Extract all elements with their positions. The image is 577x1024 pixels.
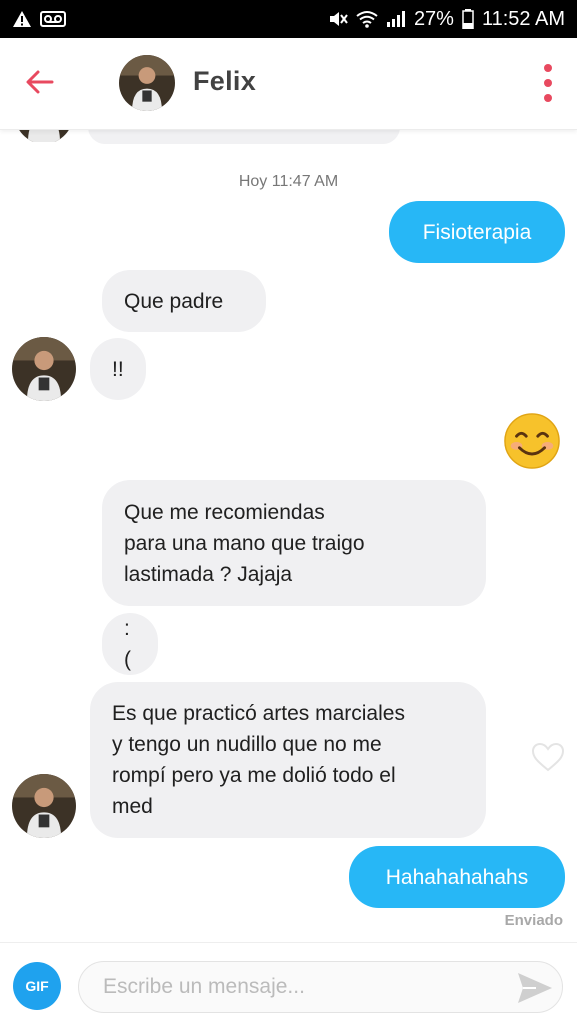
signal-icon xyxy=(386,11,405,27)
contact-avatar xyxy=(14,130,74,144)
person-photo-icon xyxy=(14,130,74,142)
message-line: Que me recomiendas xyxy=(124,500,325,524)
wifi-icon xyxy=(356,11,378,28)
contact-avatar[interactable] xyxy=(119,55,175,111)
alert-icon xyxy=(13,11,31,27)
contact-avatar[interactable] xyxy=(12,337,76,401)
voicemail-icon xyxy=(40,11,66,27)
back-arrow-icon xyxy=(26,70,54,94)
message-text: !! xyxy=(112,357,124,381)
message-input[interactable] xyxy=(78,961,563,1013)
message-text: Que padre xyxy=(124,289,224,313)
message-bubble-outgoing[interactable]: Fisioterapia xyxy=(389,201,565,263)
mute-icon xyxy=(329,12,348,26)
message-bubble-incoming[interactable]: Es que practicó artes marciales y tengo … xyxy=(90,682,486,838)
message-text: Fisioterapia xyxy=(422,220,532,244)
delivery-status: Enviado xyxy=(504,912,563,929)
smiling-face-emoji[interactable] xyxy=(503,412,561,470)
message-line: rompí pero ya me dolió todo el xyxy=(112,764,396,787)
message-line: med xyxy=(112,795,153,818)
person-photo-icon xyxy=(12,337,76,401)
clock: 11:52 AM xyxy=(481,7,565,30)
contact-name[interactable]: Felix xyxy=(193,66,256,97)
status-right: 27% 11:52 AM xyxy=(328,8,565,31)
menu-dot xyxy=(544,79,552,87)
message-line: Es que practicó artes marciales xyxy=(112,702,405,725)
message-composer: GIF xyxy=(0,942,577,1024)
status-bar: 27% 11:52 AM xyxy=(0,0,577,38)
gif-button[interactable]: GIF xyxy=(13,962,61,1010)
message-line: y tengo un nudillo que no me xyxy=(112,733,382,756)
send-icon[interactable] xyxy=(516,971,554,1005)
chat-thread[interactable]: Hoy 11:47 AM Fisioterapia Que padre !! Q… xyxy=(0,130,577,942)
message-bubble-incoming[interactable]: Que me recomiendas para una mano que tra… xyxy=(102,480,486,606)
chat-header: Felix xyxy=(0,38,577,130)
message-bubble-incoming[interactable]: :( xyxy=(102,613,158,675)
message-bubble-outgoing[interactable]: Hahahahahahs xyxy=(349,846,565,908)
more-options-button[interactable] xyxy=(541,64,555,102)
person-photo-icon xyxy=(119,55,175,111)
message-bubble-incoming[interactable]: Que padre xyxy=(102,270,266,332)
like-heart-icon[interactable] xyxy=(531,742,565,772)
message-bubble-incoming[interactable]: !! xyxy=(90,338,146,400)
message-bubble-incoming xyxy=(88,130,400,144)
message-timestamp: Hoy 11:47 AM xyxy=(238,173,339,190)
message-line: para una mano que traigo xyxy=(124,531,365,555)
battery-icon xyxy=(462,9,474,29)
battery-percent: 27% xyxy=(413,7,454,30)
message-text: :( xyxy=(124,617,131,671)
contact-avatar[interactable] xyxy=(12,774,76,838)
status-left xyxy=(12,10,66,28)
menu-dot xyxy=(544,64,552,72)
message-text: Hahahahahahs xyxy=(385,865,529,889)
back-button[interactable] xyxy=(22,64,58,100)
person-photo-icon xyxy=(12,774,76,838)
menu-dot xyxy=(544,94,552,102)
message-line: lastimada ? Jajaja xyxy=(124,562,293,586)
